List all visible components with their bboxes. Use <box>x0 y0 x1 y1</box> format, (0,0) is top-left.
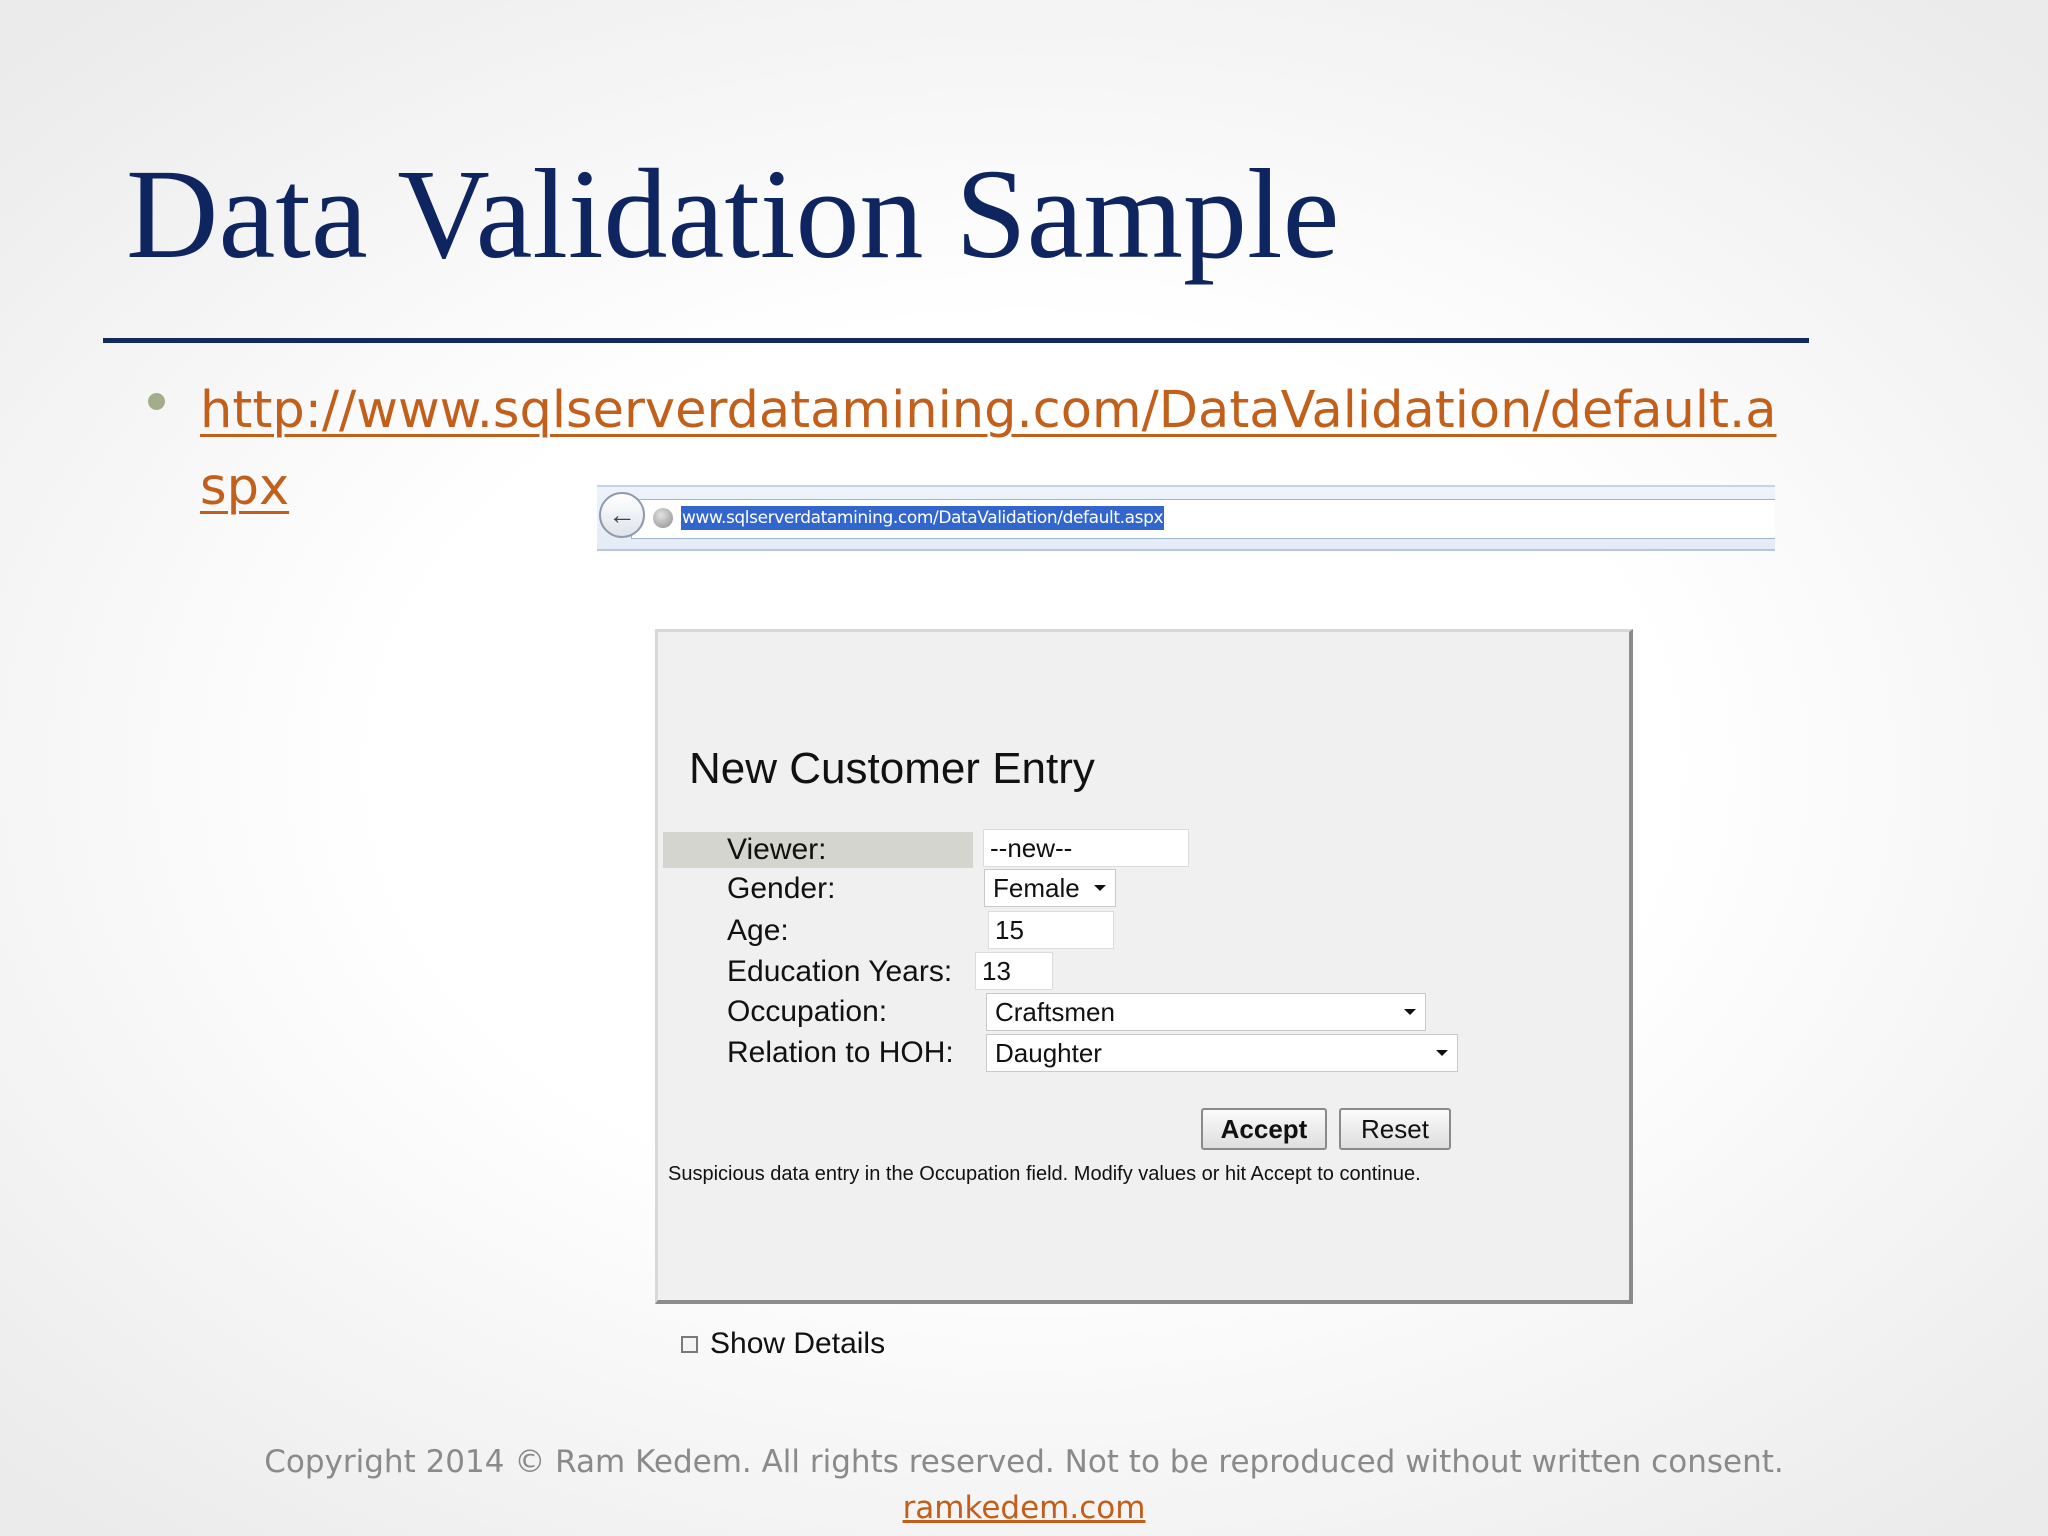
bullet-point <box>148 393 165 410</box>
gender-label: Gender: <box>727 872 836 905</box>
relation-to-hoh-label: Relation to HOH: <box>727 1036 954 1069</box>
reset-button[interactable]: Reset <box>1339 1108 1451 1150</box>
validation-message: Suspicious data entry in the Occupation … <box>668 1163 1421 1185</box>
customer-entry-form: New Customer Entry Viewer: --new-- Gende… <box>655 629 1633 1304</box>
ramkedem-link[interactable]: ramkedem.com <box>903 1490 1146 1526</box>
accept-button[interactable]: Accept <box>1201 1108 1327 1150</box>
form-heading: New Customer Entry <box>689 744 1095 793</box>
gender-select[interactable]: Female <box>984 869 1116 907</box>
relation-to-hoh-select[interactable]: Daughter <box>986 1034 1458 1072</box>
show-details-label: Show Details <box>710 1327 886 1360</box>
show-details-toggle[interactable]: Show Details <box>681 1327 885 1361</box>
age-input[interactable]: 15 <box>988 911 1114 949</box>
copyright-notice: Copyright 2014 © Ram Kedem. All rights r… <box>264 1444 1784 1480</box>
occupation-select-value: Craftsmen <box>995 997 1115 1027</box>
education-years-label: Education Years: <box>727 955 953 988</box>
footer-site: ramkedem.com <box>0 1490 2048 1526</box>
relation-select-value: Daughter <box>995 1038 1102 1068</box>
chevron-down-icon <box>1436 1050 1448 1056</box>
browser-address-bar: ← www.sqlserverdatamining.com/DataValida… <box>597 485 1775 551</box>
address-url-text[interactable]: www.sqlserverdatamining.com/DataValidati… <box>681 506 1165 530</box>
globe-icon <box>653 508 673 528</box>
chevron-down-icon <box>1404 1009 1416 1015</box>
occupation-label: Occupation: <box>727 995 888 1028</box>
arrow-left-icon: ← <box>608 499 636 530</box>
chevron-down-icon <box>1094 885 1106 891</box>
slide-title: Data Validation Sample <box>126 143 1340 285</box>
viewer-label: Viewer: <box>727 833 827 866</box>
occupation-select[interactable]: Craftsmen <box>986 993 1426 1031</box>
education-years-input[interactable]: 13 <box>975 952 1053 990</box>
title-divider <box>103 338 1809 343</box>
age-label: Age: <box>727 914 789 947</box>
viewer-input[interactable]: --new-- <box>983 829 1189 867</box>
gender-select-value: Female <box>993 873 1080 903</box>
show-details-checkbox[interactable] <box>681 1335 698 1353</box>
back-button[interactable]: ← <box>599 492 645 538</box>
